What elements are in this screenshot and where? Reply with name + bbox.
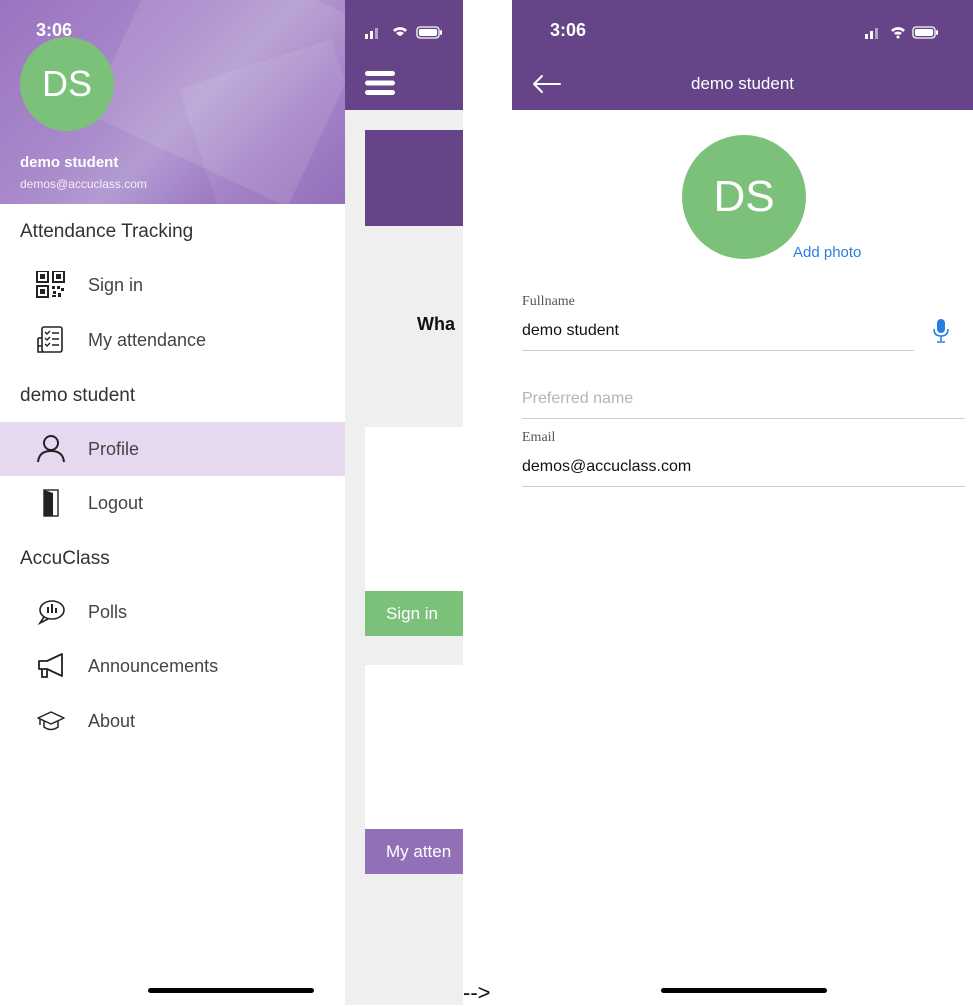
preferred-name-input[interactable]: Preferred name [522,390,633,408]
home-content-background: Wha Sign in My atten [345,0,463,1005]
email-underline [522,486,965,487]
attendance-card [365,665,463,829]
qr-code-icon [36,271,66,299]
drawer-item-label: Logout [88,492,144,513]
status-time: 3:06 [550,20,587,40]
home-heading-partial: Wha [417,314,455,334]
home-banner [365,130,463,226]
drawer-header: 3:06 DS demo student demos@accuclass.com [0,0,345,204]
drawer-item-label: My attendance [88,329,207,350]
drawer-item-label: Profile [88,438,140,459]
drawer-item-polls[interactable]: Polls [0,585,345,639]
navigation-drawer: 3:06 DS demo student demos@accuclass.com… [0,0,345,1005]
my-attendance-card-button[interactable]: My atten [365,829,463,874]
graduation-cap-icon [36,707,66,735]
drawer-item-my-attendance[interactable]: My attendance [0,313,345,367]
status-icons [365,26,442,39]
profile-avatar[interactable]: DS [682,135,806,259]
checklist-icon [36,326,66,354]
fullname-label: Fullname [522,294,575,309]
drawer-item-about[interactable]: About [0,694,345,748]
user-email: demos@accuclass.com [20,177,147,191]
door-icon [36,489,66,517]
home-indicator [148,988,314,993]
avatar: DS [20,37,114,131]
section-title-accuclass: AccuClass [20,548,110,569]
left-phone-screen: Wha Sign in My atten 3:06 DS demo studen… [0,0,463,1005]
sign-in-card-button[interactable]: Sign in [365,591,463,636]
email-label: Email [522,430,556,445]
drawer-item-label: Announcements [88,655,219,676]
drawer-item-announcements[interactable]: Announcements [0,639,345,693]
status-icons [865,26,938,39]
person-icon [36,435,66,463]
user-name: demo student [20,154,119,171]
drawer-item-label: About [88,710,136,731]
sign-in-card [365,427,463,591]
fullname-underline [522,350,914,351]
hamburger-menu-icon[interactable] [365,70,395,96]
section-title-user: demo student [20,385,136,406]
poll-bubble-icon [36,598,66,626]
preferred-name-underline [522,418,965,419]
microphone-icon[interactable] [933,318,949,344]
drawer-item-profile[interactable]: Profile [0,422,345,476]
add-photo-link[interactable]: Add photo [793,244,861,261]
drawer-item-label: Polls [88,601,128,622]
email-input[interactable]: demos@accuclass.com [522,458,691,476]
right-phone-screen: 3:06 demo student DS Add photo Fullname … [512,0,973,1005]
drawer-item-label: Sign in [88,274,144,295]
drawer-item-logout[interactable]: Logout [0,476,345,530]
home-app-bar [345,0,463,110]
page-title: demo student [690,74,794,93]
home-indicator [661,988,827,993]
profile-app-bar: 3:06 demo student [512,0,973,110]
drawer-item-sign-in[interactable]: Sign in [0,258,345,312]
fullname-input[interactable]: demo student [522,322,619,340]
transition-arrow: --> [463,980,491,1005]
megaphone-icon [36,652,66,680]
section-title-attendance: Attendance Tracking [20,221,194,242]
